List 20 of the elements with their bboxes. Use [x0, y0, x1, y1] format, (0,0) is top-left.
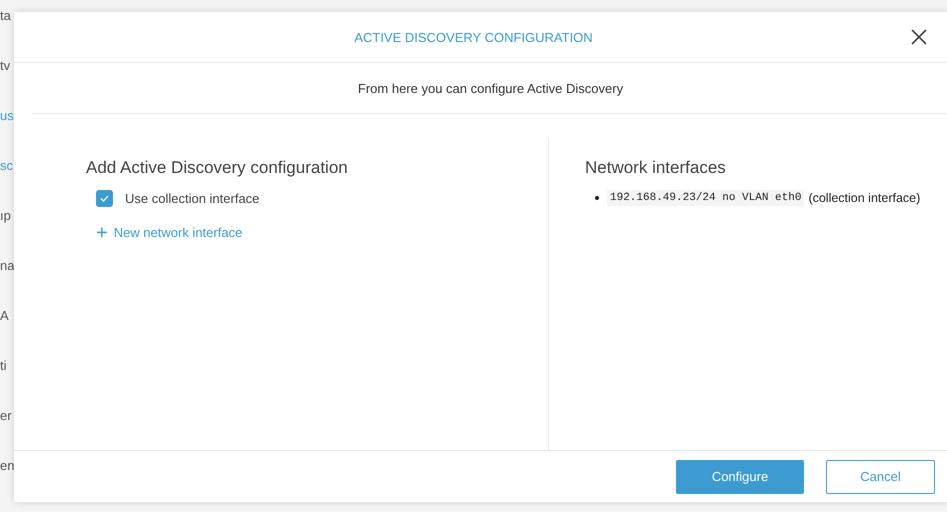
close-button[interactable] [909, 27, 929, 47]
checkbox-label: Use collection interface [125, 191, 260, 206]
section-heading: Network interfaces [585, 158, 727, 178]
check-icon [100, 195, 109, 202]
sidebar-item[interactable]: er [0, 406, 14, 456]
dialog-title: ACTIVE DISCOVERY CONFIGURATION [354, 30, 594, 44]
sidebar-item[interactable]: tv [0, 56, 14, 106]
interface-note: (collection interface) [808, 191, 920, 205]
sidebar-item[interactable]: en [0, 456, 14, 506]
bullet-icon [595, 196, 599, 200]
section-heading: Add Active Discovery configuration [86, 158, 349, 178]
close-icon [909, 27, 929, 47]
sidebar-item[interactable]: ta [0, 6, 14, 56]
interface-address: 192.168.49.23/24 no VLAN eth0 [607, 190, 804, 206]
sidebar-item[interactable]: ti [0, 356, 14, 406]
sidebar-item[interactable]: A [0, 306, 14, 356]
checkbox[interactable] [96, 190, 113, 207]
sidebar-item[interactable]: ıp [0, 206, 14, 256]
dialog-subtitle: From here you can configure Active Discovery [358, 80, 624, 96]
sidebar-item[interactable]: na [0, 256, 14, 306]
